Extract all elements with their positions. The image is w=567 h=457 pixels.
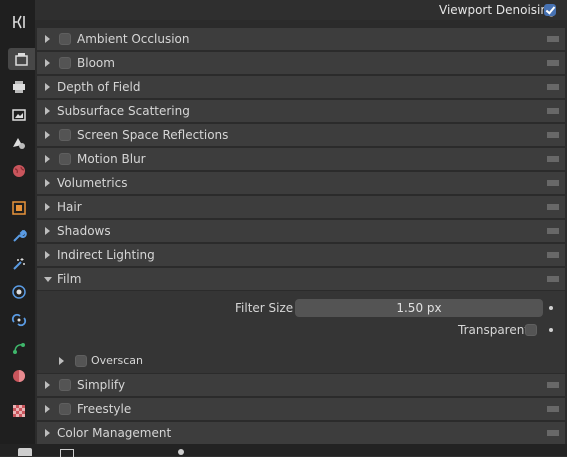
expand-triangle-icon	[45, 227, 50, 235]
properties-editor: Viewport Denoising Ambient Occlusion Blo…	[35, 0, 567, 444]
drag-grip-icon[interactable]	[547, 204, 559, 210]
object-icon[interactable]	[6, 197, 32, 219]
drag-grip-icon[interactable]	[547, 84, 559, 90]
drag-grip-icon[interactable]	[547, 406, 559, 412]
panel-shadows[interactable]: Shadows	[37, 220, 565, 242]
status-bar	[0, 444, 567, 457]
keyframe-dot-icon[interactable]	[549, 306, 553, 310]
panel-label: Depth of Field	[57, 80, 141, 94]
expand-triangle-icon	[59, 357, 64, 365]
expand-triangle-icon	[45, 405, 50, 413]
physics-icon[interactable]	[6, 281, 32, 303]
overscan-label: Overscan	[91, 354, 143, 367]
tool-icon[interactable]	[6, 11, 32, 33]
panel-simplify[interactable]: Simplify	[37, 374, 565, 396]
motion-blur-checkbox[interactable]	[59, 153, 71, 165]
expand-triangle-icon	[45, 429, 50, 437]
panel-depth-of-field[interactable]: Depth of Field	[37, 76, 565, 98]
filter-size-field[interactable]: 1.50 px	[295, 299, 543, 317]
simplify-checkbox[interactable]	[59, 379, 71, 391]
viewport-denoising-label: Viewport Denoising	[439, 3, 556, 17]
panel-label: Volumetrics	[57, 176, 128, 190]
expand-triangle-icon	[45, 381, 50, 389]
panel-label: Shadows	[57, 224, 111, 238]
screen-space-reflections-checkbox[interactable]	[59, 129, 71, 141]
film-panel-body: Filter Size 1.50 px Transparent Overscan	[37, 291, 565, 373]
panel-freestyle[interactable]: Freestyle	[37, 398, 565, 420]
panel-label: Subsurface Scattering	[57, 104, 190, 118]
panel-label: Screen Space Reflections	[77, 128, 229, 142]
panel-color-management[interactable]: Color Management	[37, 422, 565, 444]
panel-ambient-occlusion[interactable]: Ambient Occlusion	[37, 28, 565, 50]
drag-grip-icon[interactable]	[547, 430, 559, 436]
panel-label: Film	[57, 272, 82, 286]
panel-label: Motion Blur	[77, 152, 146, 166]
drag-grip-icon[interactable]	[547, 382, 559, 388]
panel-screen-space-reflections[interactable]: Screen Space Reflections	[37, 124, 565, 146]
panel-bloom[interactable]: Bloom	[37, 52, 565, 74]
output-icon[interactable]	[6, 76, 32, 98]
panel-label: Color Management	[57, 426, 172, 440]
expand-triangle-icon	[45, 83, 50, 91]
expand-triangle-icon	[45, 107, 50, 115]
texture-icon[interactable]	[6, 400, 32, 422]
expand-triangle-icon	[45, 251, 50, 259]
overscan-checkbox[interactable]	[75, 355, 87, 367]
properties-tab-bar	[0, 0, 35, 444]
freestyle-checkbox[interactable]	[59, 403, 71, 415]
world-icon[interactable]	[6, 160, 32, 182]
particles-icon[interactable]	[6, 253, 32, 275]
panel-motion-blur[interactable]: Motion Blur	[37, 148, 565, 170]
drag-grip-icon[interactable]	[547, 156, 559, 162]
drag-grip-icon[interactable]	[547, 36, 559, 42]
panel-subsurface-scattering[interactable]: Subsurface Scattering	[37, 100, 565, 122]
material-icon[interactable]	[6, 365, 32, 387]
keyframe-dot-icon[interactable]	[549, 328, 553, 332]
pan-icon	[178, 449, 184, 455]
filter-size-label: Filter Size	[235, 301, 294, 315]
panel-film[interactable]: Film	[37, 268, 565, 290]
panel-indirect-lighting[interactable]: Indirect Lighting	[37, 244, 565, 266]
drag-grip-icon[interactable]	[547, 252, 559, 258]
expand-triangle-icon	[45, 203, 50, 211]
scene-icon[interactable]	[6, 132, 32, 154]
render-icon[interactable]	[8, 48, 35, 70]
panel-label: Bloom	[77, 56, 115, 70]
drag-grip-icon[interactable]	[547, 132, 559, 138]
panel-label: Hair	[57, 200, 82, 214]
collapse-triangle-icon	[44, 277, 52, 282]
object-data-icon[interactable]	[6, 337, 32, 359]
modifier-icon[interactable]	[6, 225, 32, 247]
drag-grip-icon[interactable]	[547, 276, 559, 282]
drag-grip-icon[interactable]	[547, 108, 559, 114]
drag-grip-icon[interactable]	[547, 228, 559, 234]
bloom-checkbox[interactable]	[59, 57, 71, 69]
expand-triangle-icon	[45, 59, 50, 67]
overscan-subpanel[interactable]: Overscan	[45, 351, 557, 371]
constraints-icon[interactable]	[6, 309, 32, 331]
mouse-icon	[18, 448, 32, 456]
drag-grip-icon[interactable]	[547, 180, 559, 186]
panel-label: Freestyle	[77, 402, 132, 416]
expand-triangle-icon	[45, 35, 50, 43]
panel-label: Simplify	[77, 378, 126, 392]
panel-hair[interactable]: Hair	[37, 196, 565, 218]
expand-triangle-icon	[45, 131, 50, 139]
transparent-checkbox[interactable]	[525, 324, 537, 336]
view-layer-icon[interactable]	[6, 104, 32, 126]
viewport-denoising-checkbox[interactable]	[544, 4, 556, 16]
expand-triangle-icon	[45, 155, 50, 163]
transparent-label: Transparent	[458, 323, 530, 337]
viewport-denoising-row: Viewport Denoising	[35, 0, 567, 20]
expand-triangle-icon	[45, 179, 50, 187]
panel-volumetrics[interactable]: Volumetrics	[37, 172, 565, 194]
panel-label: Ambient Occlusion	[77, 32, 190, 46]
drag-grip-icon[interactable]	[547, 60, 559, 66]
panel-label: Indirect Lighting	[57, 248, 155, 262]
ambient-occlusion-checkbox[interactable]	[59, 33, 71, 45]
